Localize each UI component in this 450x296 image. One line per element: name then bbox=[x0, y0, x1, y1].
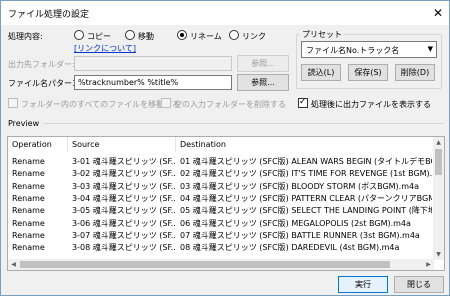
cell-operation: Rename bbox=[12, 230, 45, 240]
column-header-source[interactable]: Source bbox=[68, 137, 176, 152]
cell-source: 3-07 魂斗羅スピリッツ (SF... bbox=[72, 230, 176, 240]
preset-select[interactable]: ファイル名No.トラック名 ▼ bbox=[301, 41, 437, 58]
cell-source: 3-06 魂斗羅スピリッツ (SF... bbox=[72, 218, 176, 228]
scroll-right-icon[interactable]: ▶ bbox=[423, 259, 434, 270]
cell-destination: 05 魂斗羅スピリッツ (SFC版) SELECT THE LANDING PO… bbox=[180, 206, 432, 216]
cell-operation: Rename bbox=[12, 206, 45, 216]
cell-destination: 04 魂斗羅スピリッツ (SFC版) PATTERN CLEAR (パターンクリ… bbox=[180, 193, 432, 203]
output-folder-browse-button[interactable]: 参照... bbox=[237, 55, 289, 72]
cell-source: 3-04 魂斗羅スピリッツ (SF... bbox=[72, 193, 176, 203]
cell-destination: 07 魂斗羅スピリッツ (SFC版) BATTLE RUNNER (3st BG… bbox=[180, 230, 420, 240]
cell-operation: Rename bbox=[12, 243, 45, 253]
window-title: ファイル処理の設定 bbox=[8, 10, 90, 20]
pattern-browse-button[interactable]: 参照... bbox=[237, 74, 289, 91]
preset-save-button[interactable]: 保存(S) bbox=[348, 64, 388, 81]
output-folder-input[interactable] bbox=[74, 56, 232, 71]
column-header-operation[interactable]: Operation bbox=[8, 137, 68, 152]
preview-list[interactable]: Operation Source Destination Rename 3-01 … bbox=[7, 136, 445, 271]
cell-operation: Rename bbox=[12, 193, 45, 203]
radio-link[interactable] bbox=[229, 30, 239, 40]
radio-rename-label[interactable]: リネーム bbox=[190, 31, 222, 42]
horizontal-scroll-thumb[interactable] bbox=[20, 261, 390, 268]
preview-divider bbox=[43, 123, 443, 124]
cell-destination: 03 魂斗羅スピリッツ (SFC版) BLOODY STORM (ボスBGM).… bbox=[180, 181, 420, 191]
move-all-label[interactable]: フォルダー内のすべてのファイルを移動する bbox=[21, 99, 180, 110]
radio-copy-label[interactable]: コピー bbox=[87, 31, 111, 42]
pattern-input[interactable]: %tracknumber% %title% bbox=[74, 75, 232, 90]
table-row[interactable]: Rename 3-04 魂斗羅スピリッツ (SF... 04 魂斗羅スピリッツ (S… bbox=[8, 193, 436, 204]
show-output-checkbox[interactable] bbox=[298, 97, 308, 108]
link-help[interactable]: [リンクについて] bbox=[74, 43, 136, 54]
close-icon[interactable]: ✕ bbox=[429, 4, 447, 22]
move-all-checkbox[interactable] bbox=[8, 98, 18, 108]
table-row[interactable]: Rename 3-08 魂斗羅スピリッツ (SF... 08 魂斗羅スピリッツ (S… bbox=[8, 242, 436, 253]
output-folder-label: 出力先フォルダー: bbox=[8, 60, 75, 69]
action-label: 処理内容: bbox=[8, 32, 43, 41]
cell-destination: 01 魂斗羅スピリッツ (SFC版) ALEAN WARS BEGIN (タイト… bbox=[180, 157, 432, 166]
close-button[interactable]: 閉じる bbox=[394, 276, 444, 293]
cell-destination: 06 魂斗羅スピリッツ (SFC版) MEGALOPOLIS (2st BGM)… bbox=[180, 218, 411, 228]
show-output-label[interactable]: 処理後に出力ファイルを表示する bbox=[311, 99, 431, 110]
preview-label: Preview bbox=[8, 119, 40, 128]
scroll-left-icon[interactable]: ◀ bbox=[8, 259, 19, 270]
cell-operation: Rename bbox=[12, 181, 45, 191]
cell-source: 3-05 魂斗羅スピリッツ (SF... bbox=[72, 206, 176, 216]
delete-empty-label[interactable]: 空の入力フォルダーを削除する bbox=[174, 99, 286, 110]
radio-move[interactable] bbox=[125, 30, 135, 40]
scroll-up-icon[interactable]: ▲ bbox=[433, 137, 444, 148]
pattern-label: ファイル名パターン: bbox=[8, 79, 83, 88]
cell-source: 3-08 魂斗羅スピリッツ (SF... bbox=[72, 243, 176, 253]
scroll-down-icon[interactable]: ▼ bbox=[433, 249, 444, 260]
cell-source: 3-03 魂斗羅スピリッツ (SF... bbox=[72, 181, 176, 191]
radio-copy[interactable] bbox=[74, 30, 84, 40]
cell-source: 3-02 魂斗羅スピリッツ (SF... bbox=[72, 169, 176, 179]
table-row[interactable]: Rename 3-02 魂斗羅スピリッツ (SF... 02 魂斗羅スピリッツ (S… bbox=[8, 168, 436, 179]
table-row[interactable]: Rename 3-01 魂斗羅スピリッツ (SF... 01 魂斗羅スピリッツ (S… bbox=[8, 156, 436, 167]
cell-operation: Rename bbox=[12, 169, 45, 179]
title-bar: ファイル処理の設定 ✕ bbox=[1, 1, 449, 25]
table-row[interactable]: Rename 3-06 魂斗羅スピリッツ (SF... 06 魂斗羅スピリッツ (S… bbox=[8, 218, 436, 229]
table-row[interactable]: Rename 3-05 魂斗羅スピリッツ (SF... 05 魂斗羅スピリッツ (S… bbox=[8, 205, 436, 216]
preset-group-label: プリセット bbox=[300, 29, 344, 40]
delete-empty-checkbox[interactable] bbox=[161, 98, 171, 108]
horizontal-scrollbar[interactable]: ◀ ▶ bbox=[8, 259, 434, 270]
radio-rename[interactable] bbox=[177, 30, 187, 40]
vertical-scrollbar[interactable]: ▲ ▼ bbox=[433, 137, 444, 260]
run-button[interactable]: 実行 bbox=[338, 276, 388, 293]
cell-operation: Rename bbox=[12, 157, 45, 166]
radio-link-label[interactable]: リンク bbox=[242, 31, 266, 42]
preset-delete-button[interactable]: 削除(D) bbox=[395, 64, 435, 81]
preset-selected-value: ファイル名No.トラック名 bbox=[306, 46, 400, 55]
vertical-scroll-thumb[interactable] bbox=[435, 149, 442, 175]
cell-destination: 08 魂斗羅スピリッツ (SFC版) DAREDEVIL (4st BGM).m… bbox=[180, 243, 400, 253]
preset-load-button[interactable]: 読込(L) bbox=[301, 64, 341, 81]
radio-move-label[interactable]: 移動 bbox=[138, 31, 154, 42]
cell-operation: Rename bbox=[12, 218, 45, 228]
cell-destination: 02 魂斗羅スピリッツ (SFC版) IT'S TIME FOR REVENGE… bbox=[180, 169, 432, 179]
table-row[interactable]: Rename 3-07 魂斗羅スピリッツ (SF... 07 魂斗羅スピリッツ (S… bbox=[8, 230, 436, 241]
cell-source: 3-01 魂斗羅スピリッツ (SF... bbox=[72, 157, 176, 166]
chevron-down-icon: ▼ bbox=[427, 45, 433, 53]
table-row[interactable]: Rename 3-03 魂斗羅スピリッツ (SF... 03 魂斗羅スピリッツ (S… bbox=[8, 181, 436, 192]
column-header-destination[interactable]: Destination bbox=[176, 137, 435, 152]
dialog-window: ファイル処理の設定 ✕ 処理内容: コピー 移動 リネーム リンク [リンクにつ… bbox=[0, 0, 450, 296]
